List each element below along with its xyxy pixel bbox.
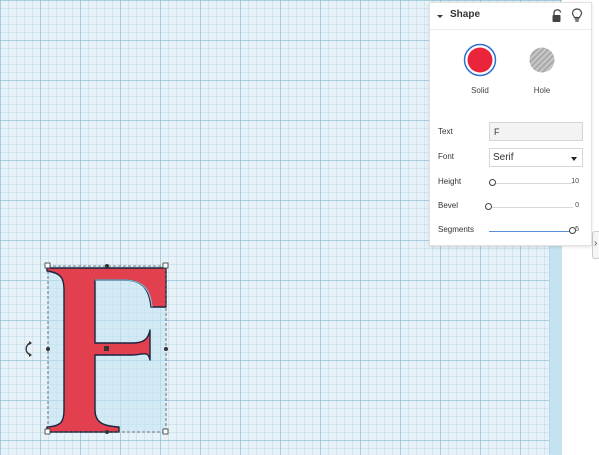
- panel-title: Shape: [450, 9, 481, 20]
- slider-track: [489, 207, 573, 208]
- slider-track: [489, 183, 573, 184]
- font-selected-value: Serif: [493, 152, 514, 163]
- edge-handle-top[interactable]: [105, 264, 109, 268]
- chevron-right-icon: ›: [594, 238, 598, 249]
- hole-swatch-icon: [529, 47, 555, 73]
- height-slider[interactable]: [489, 178, 573, 188]
- segments-value: 5: [575, 226, 579, 233]
- slider-thumb[interactable]: [489, 179, 496, 186]
- slider-thumb[interactable]: [485, 203, 492, 210]
- text-input[interactable]: [489, 122, 583, 141]
- height-label: Height: [438, 177, 462, 186]
- chevron-down-icon[interactable]: [435, 11, 445, 21]
- side-panel-tab[interactable]: ›: [592, 231, 599, 259]
- corner-handle-bottom-left[interactable]: [44, 428, 51, 435]
- segments-slider[interactable]: [489, 226, 576, 236]
- hole-mode-button[interactable]: Hole: [522, 43, 562, 95]
- edge-handle-left[interactable]: [46, 347, 50, 351]
- lock-icon[interactable]: [551, 9, 563, 23]
- corner-handle-bottom-right[interactable]: [162, 428, 169, 435]
- panel-header: Shape: [430, 3, 591, 30]
- hole-label: Hole: [533, 86, 551, 95]
- edge-handle-right[interactable]: [164, 347, 168, 351]
- workplane-edge: [549, 245, 563, 455]
- height-value: 10: [571, 178, 579, 185]
- lightbulb-icon[interactable]: [571, 8, 583, 23]
- solid-mode-button[interactable]: Solid: [460, 43, 500, 95]
- font-label: Font: [438, 152, 455, 161]
- letter-f-shape[interactable]: [40, 260, 180, 440]
- text-label: Text: [438, 127, 453, 136]
- font-select[interactable]: Serif: [489, 148, 583, 167]
- corner-handle-top-left[interactable]: [44, 262, 51, 269]
- bevel-label: Bevel: [438, 201, 459, 210]
- corner-handle-top-right[interactable]: [162, 262, 169, 269]
- solid-swatch-icon: [463, 43, 497, 77]
- bevel-value: 0: [575, 202, 579, 209]
- rotate-icon[interactable]: [22, 340, 36, 358]
- slider-fill: [489, 231, 573, 232]
- caret-down-icon: [571, 157, 577, 161]
- segments-label: Segments: [438, 225, 475, 234]
- bevel-slider[interactable]: [485, 202, 573, 212]
- shape-inspector-panel: Shape Solid Hole Text F Font Serif Heigh…: [429, 2, 592, 246]
- solid-label: Solid: [471, 86, 489, 95]
- height-handle[interactable]: [104, 346, 109, 351]
- edge-handle-bottom[interactable]: [105, 430, 109, 434]
